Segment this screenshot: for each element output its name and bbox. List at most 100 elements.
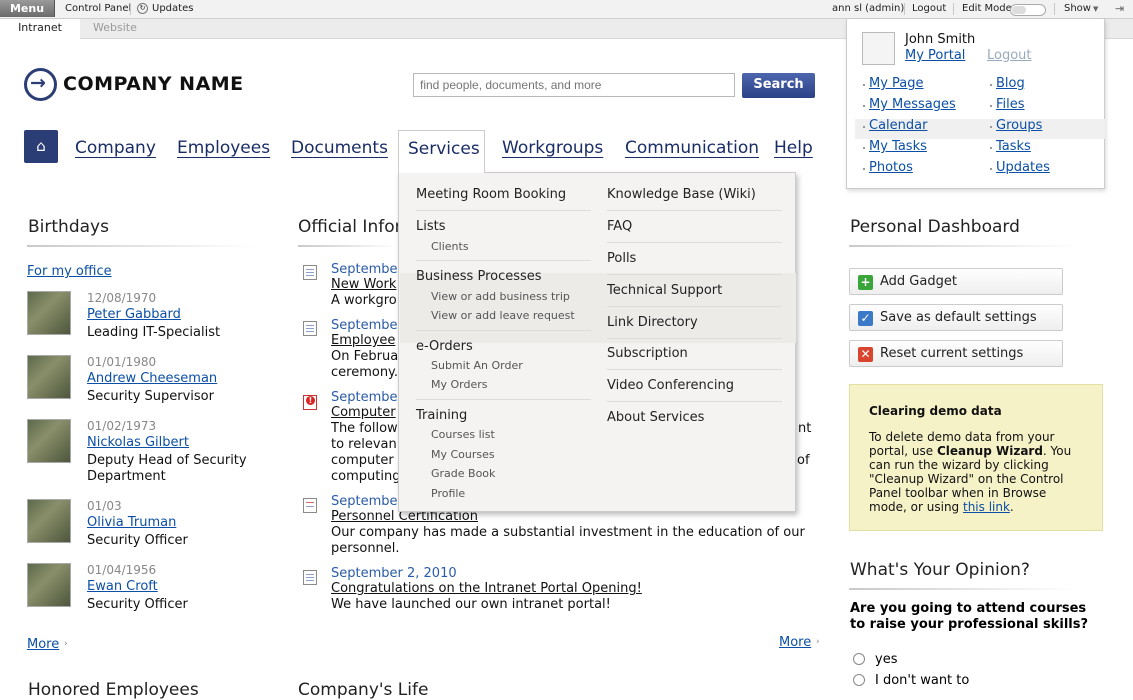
current-user[interactable]: ann sl (admin): [832, 3, 904, 14]
menu-item-polls[interactable]: Polls: [607, 251, 636, 266]
my-portal-link[interactable]: My Portal: [905, 48, 965, 63]
official-more-link[interactable]: More: [779, 635, 811, 650]
menu-item-business-trip[interactable]: View or add business trip: [431, 290, 570, 303]
nav-workgroups[interactable]: Workgroups: [502, 138, 603, 158]
calendar-link[interactable]: Calendar: [869, 118, 927, 133]
nav-communication[interactable]: Communication: [625, 138, 759, 158]
poll-option-label: I don't want to: [875, 673, 970, 688]
menu-item-grade-book[interactable]: Grade Book: [431, 467, 495, 480]
save-default-button[interactable]: ✓ Save as default settings: [849, 304, 1063, 331]
plus-icon: +: [858, 275, 873, 290]
groups-link[interactable]: Groups: [996, 118, 1042, 133]
employee-name-link[interactable]: Ewan Croft: [87, 579, 158, 594]
nav-company[interactable]: Company: [75, 138, 156, 158]
news-title-link[interactable]: New Work: [331, 277, 396, 293]
employee-name-link[interactable]: Andrew Cheeseman: [87, 371, 217, 386]
company-life-title: Company's Life: [298, 680, 429, 700]
news-summary: to relevan: [331, 437, 397, 452]
news-title-link[interactable]: Computer: [331, 405, 396, 421]
menu-button[interactable]: Menu: [0, 0, 55, 17]
news-summary: computer: [331, 453, 394, 468]
for-my-office-link[interactable]: For my office: [27, 264, 112, 279]
poll-radio-no[interactable]: [853, 674, 865, 686]
news-title-link[interactable]: Congratulations on the Intranet Portal O…: [331, 581, 642, 597]
divider: [298, 245, 398, 247]
files-link[interactable]: Files: [996, 97, 1025, 112]
updates-link[interactable]: Updates: [152, 3, 193, 14]
birthday-date: 01/01/1980: [87, 355, 157, 369]
menu-item-link-directory[interactable]: Link Directory: [607, 315, 698, 330]
pin-icon[interactable]: ⇥: [1115, 2, 1124, 15]
menu-item-video-conferencing[interactable]: Video Conferencing: [607, 378, 734, 393]
menu-item-technical-support[interactable]: Technical Support: [607, 283, 722, 298]
avatar[interactable]: [27, 419, 71, 463]
nav-services[interactable]: Services: [398, 130, 485, 173]
poll-radio-yes[interactable]: [853, 653, 865, 665]
tasks-link[interactable]: Tasks: [996, 139, 1031, 154]
updates-link[interactable]: Updates: [996, 160, 1050, 175]
avatar[interactable]: [27, 563, 71, 607]
show-menu[interactable]: Show: [1064, 3, 1091, 14]
my-messages-link[interactable]: My Messages: [869, 97, 956, 112]
menu-item-eorders[interactable]: e-Orders: [416, 339, 473, 354]
menu-item-my-orders[interactable]: My Orders: [431, 378, 488, 391]
menu-item-about-services[interactable]: About Services: [607, 410, 704, 425]
avatar[interactable]: [27, 499, 71, 543]
notice-text: Panel toolbar when in Browse: [869, 486, 1047, 500]
search-button[interactable]: Search: [742, 73, 815, 98]
menu-item-submit-order[interactable]: Submit An Order: [431, 359, 523, 372]
menu-item-training[interactable]: Training: [416, 408, 467, 423]
photos-link[interactable]: Photos: [869, 160, 913, 175]
notice-text: "Cleanup Wizard" on the Control: [869, 472, 1064, 486]
nav-services-label: Services: [408, 139, 480, 159]
menu-item-knowledge-base[interactable]: Knowledge Base (Wiki): [607, 187, 756, 202]
menu-item-courses-list[interactable]: Courses list: [431, 428, 495, 441]
avatar[interactable]: [27, 355, 71, 399]
nav-help[interactable]: Help: [774, 138, 813, 158]
avatar[interactable]: [862, 32, 895, 65]
poll-question: Are you going to attend courses: [850, 601, 1087, 616]
logout-link[interactable]: Logout: [912, 3, 946, 14]
employee-name-link[interactable]: Peter Gabbard: [87, 307, 181, 322]
menu-item-clients[interactable]: Clients: [431, 240, 469, 253]
add-gadget-button[interactable]: + Add Gadget: [849, 268, 1063, 295]
control-panel-link[interactable]: Control Panel: [65, 3, 131, 14]
menu-item-leave-request[interactable]: View or add leave request: [431, 309, 575, 322]
nav-employees[interactable]: Employees: [177, 138, 270, 158]
user-name: John Smith: [905, 32, 976, 47]
my-page-link[interactable]: My Page: [869, 76, 924, 91]
tab-website[interactable]: Website: [93, 21, 137, 34]
menu-item-my-courses[interactable]: My Courses: [431, 448, 495, 461]
employee-name-link[interactable]: Olivia Truman: [87, 515, 176, 530]
news-summary: of: [797, 453, 810, 468]
news-date: September: [331, 262, 403, 277]
menu-item-lists[interactable]: Lists: [416, 219, 446, 234]
company-name[interactable]: COMPANY NAME: [63, 73, 244, 95]
chevron-down-icon: ▼: [1093, 5, 1099, 13]
menu-item-subscription[interactable]: Subscription: [607, 346, 688, 361]
logout-link[interactable]: Logout: [987, 48, 1032, 63]
menu-item-business-processes[interactable]: Business Processes: [416, 269, 542, 284]
employee-role: Security Officer: [87, 597, 188, 612]
reset-settings-button[interactable]: ✕ Reset current settings: [849, 340, 1063, 367]
close-icon: ✕: [858, 347, 873, 362]
edit-mode-toggle[interactable]: [1010, 4, 1046, 16]
employee-role: Deputy Head of Security Department: [87, 453, 247, 484]
search-input[interactable]: [413, 73, 735, 97]
birthdays-more-link[interactable]: More: [27, 637, 59, 652]
nav-documents[interactable]: Documents: [291, 138, 388, 158]
avatar[interactable]: [27, 291, 71, 335]
home-icon[interactable]: ⌂: [24, 130, 58, 163]
my-tasks-link[interactable]: My Tasks: [869, 139, 927, 154]
notice-text: mode, or using this link.: [869, 500, 1014, 514]
dashboard-title: Personal Dashboard: [850, 217, 1020, 237]
menu-item-profile[interactable]: Profile: [431, 487, 465, 500]
document-icon: [303, 570, 317, 585]
blog-link[interactable]: Blog: [996, 76, 1025, 91]
menu-item-meeting-room[interactable]: Meeting Room Booking: [416, 187, 566, 202]
menu-item-faq[interactable]: FAQ: [607, 219, 632, 234]
cleanup-link[interactable]: this link: [963, 500, 1010, 514]
news-title-link[interactable]: Employee: [331, 333, 395, 349]
employee-name-link[interactable]: Nickolas Gilbert: [87, 435, 189, 450]
tab-intranet[interactable]: Intranet: [0, 19, 80, 39]
